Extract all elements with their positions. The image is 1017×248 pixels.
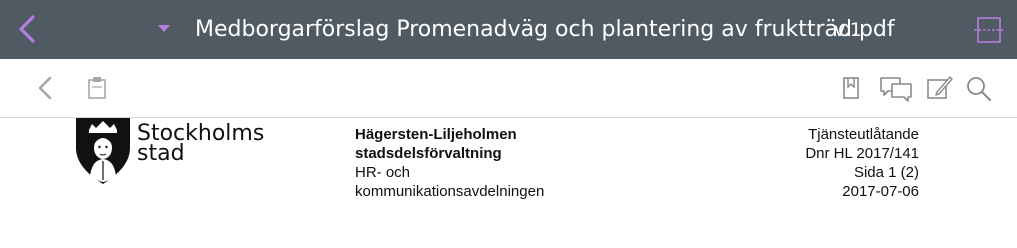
comments-icon[interactable]: [878, 71, 914, 105]
stockholm-seal-logo: [76, 118, 130, 184]
clipboard-icon[interactable]: [82, 71, 112, 105]
back-chevron-icon[interactable]: [12, 12, 42, 46]
document-title[interactable]: Medborgarförslag Promenadväg och planter…: [195, 15, 895, 45]
document-meta: Tjänsteutlåtande Dnr HL 2017/141 Sida 1 …: [805, 125, 919, 201]
department-unit-1: HR- och: [355, 164, 411, 181]
document-date: 2017-07-06: [842, 183, 919, 200]
registration-number: Dnr HL 2017/141: [805, 145, 919, 162]
title-bar: Medborgarförslag Promenadväg och planter…: [0, 0, 1017, 59]
search-icon[interactable]: [964, 71, 994, 105]
document-version: v.1: [834, 19, 862, 41]
document-toolbar: [0, 59, 1017, 118]
caret-down-icon[interactable]: [155, 22, 173, 36]
logo-line-2: stad: [137, 141, 185, 166]
bookmark-icon[interactable]: [836, 71, 866, 105]
split-view-icon[interactable]: [973, 14, 1005, 46]
annotate-icon[interactable]: [924, 71, 954, 105]
department-unit-2: kommunikationsavdelningen: [355, 183, 545, 200]
department-office: stadsdelsförvaltning: [355, 145, 502, 162]
document-type: Tjänsteutlåtande: [808, 126, 919, 143]
page-number: Sida 1 (2): [853, 164, 919, 181]
department-name: Hägersten-Liljeholmen: [355, 126, 517, 143]
pdf-page[interactable]: Stockholms stad Hägersten-Liljeholmen st…: [0, 118, 1017, 248]
chevron-left-icon[interactable]: [32, 71, 62, 105]
city-logo-text: Stockholms stad: [137, 123, 264, 166]
department-block: Hägersten-Liljeholmen stadsdelsförvaltni…: [355, 125, 544, 201]
